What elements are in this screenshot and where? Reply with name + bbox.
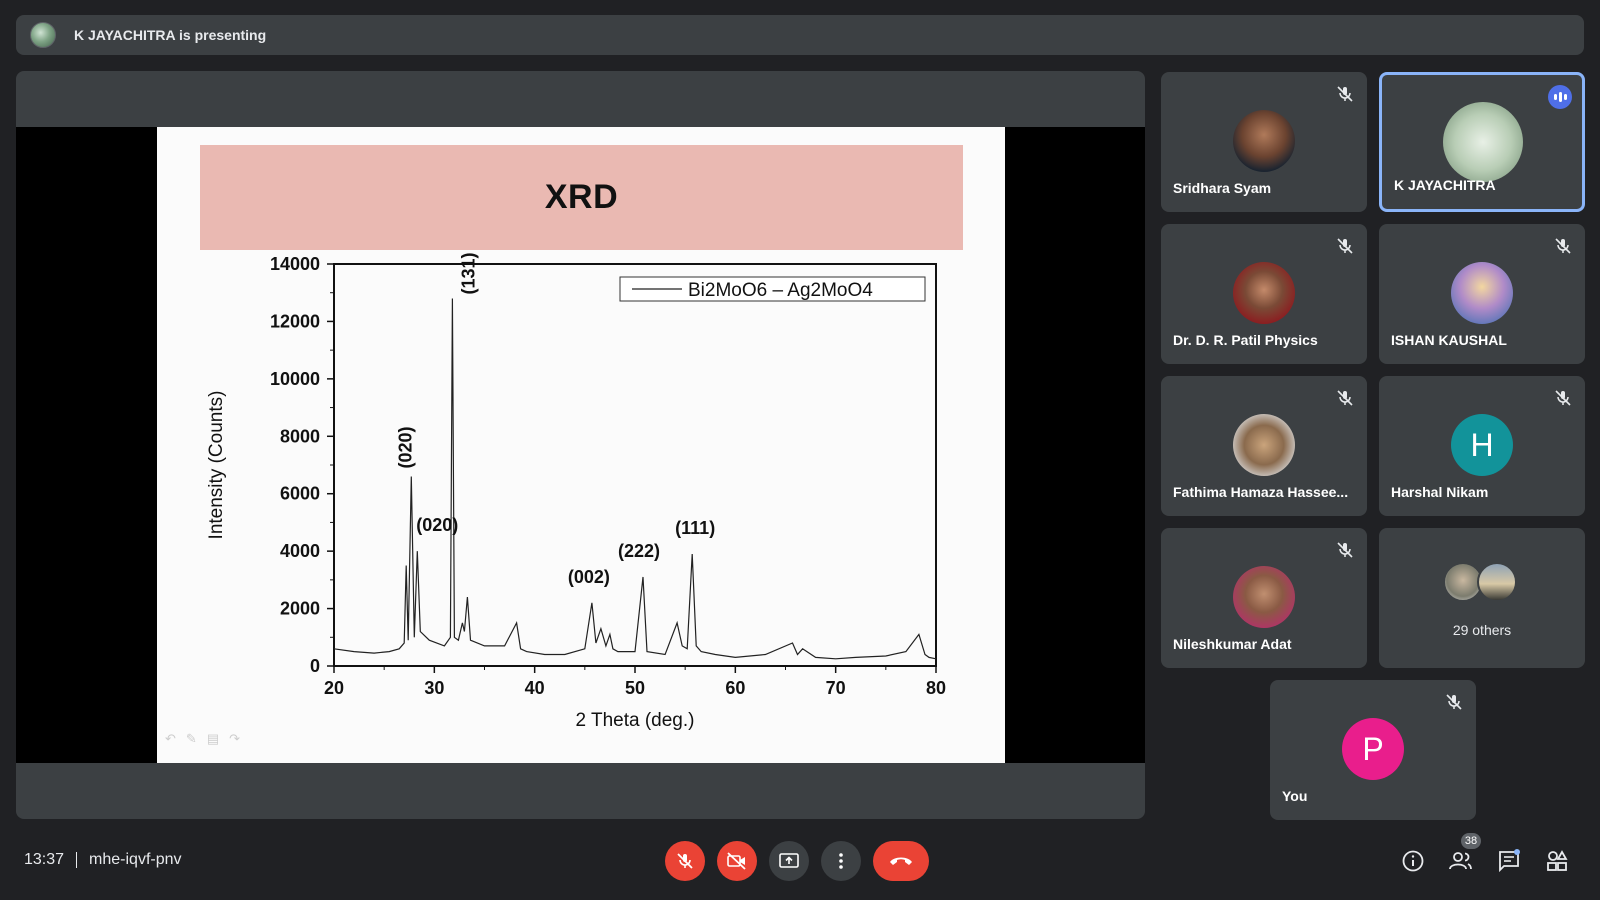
presenting-text: K JAYACHITRA is presenting (74, 27, 267, 43)
avatar: H (1451, 414, 1513, 476)
peak-label: (020) (395, 426, 415, 468)
avatar (1233, 110, 1295, 172)
speaking-indicator-icon (1548, 85, 1572, 109)
end-call-button[interactable] (873, 841, 929, 881)
participant-tile[interactable]: Fathima Hamaza Hassee... (1161, 376, 1367, 516)
peak-label: (222) (618, 541, 660, 561)
meeting-info: 13:37 mhe-iqvf-pnv (24, 851, 182, 869)
participant-count-badge: 38 (1461, 833, 1481, 849)
presented-slide: XRD 20 30 40 50 60 70 80 0 2000 4000 6000 8000 10000… (157, 127, 1005, 763)
participant-tile[interactable]: Sridhara Syam (1161, 72, 1367, 212)
x-tick-label: 20 (324, 678, 344, 698)
y-tick-label: 2000 (280, 599, 320, 619)
present-icon (779, 853, 799, 868)
participant-tile[interactable]: H Harshal Nikam (1379, 376, 1585, 516)
x-tick-label: 70 (826, 678, 846, 698)
others-avatars (1443, 562, 1517, 602)
present-now-button[interactable] (769, 841, 809, 881)
slide-menu-icon: ▤ (206, 731, 220, 746)
legend-label: Bi2MoO6 – Ag2MoO4 (688, 280, 873, 301)
avatar (1477, 562, 1517, 602)
peak-label: (002) (568, 567, 610, 587)
participant-tile[interactable]: Dr. D. R. Patil Physics (1161, 224, 1367, 364)
y-tick-label: 14000 (270, 254, 320, 274)
presenter-avatar (30, 22, 56, 48)
divider (76, 852, 78, 868)
y-tick-label: 0 (310, 656, 320, 676)
others-tile[interactable]: 29 others (1379, 528, 1585, 668)
prev-slide-icon: ↶ (165, 731, 176, 746)
y-tick-label: 4000 (280, 541, 320, 561)
chat-icon (1499, 849, 1520, 873)
slide-nav-controls: ↶ ✎ ▤ ↷ (165, 731, 240, 747)
participant-name: Fathima Hamaza Hassee... (1173, 484, 1349, 500)
mic-off-icon (1444, 692, 1464, 712)
participant-tile[interactable]: ISHAN KAUSHAL (1379, 224, 1585, 364)
y-tick-label: 12000 (270, 311, 320, 331)
mic-off-icon (1335, 388, 1355, 408)
peak-label: (131) (458, 252, 478, 294)
self-tile[interactable]: P You (1270, 680, 1476, 820)
clock-time: 13:37 (24, 851, 65, 868)
participant-name: Harshal Nikam (1391, 484, 1489, 500)
x-axis-label: 2 Theta (deg.) (575, 710, 694, 731)
next-slide-icon: ↷ (229, 731, 241, 746)
activities-button[interactable] (1544, 848, 1570, 874)
camera-off-icon (727, 852, 746, 870)
avatar (1443, 102, 1523, 182)
mic-off-icon (677, 853, 693, 869)
mic-toggle-button[interactable] (665, 841, 705, 881)
people-icon (1449, 852, 1472, 870)
plot-frame (333, 263, 937, 667)
people-button[interactable] (1448, 848, 1474, 874)
end-call-icon (890, 857, 912, 865)
mic-off-icon (1335, 84, 1355, 104)
participant-name: Dr. D. R. Patil Physics (1173, 332, 1318, 348)
avatar (1233, 414, 1295, 476)
meeting-details-button[interactable] (1400, 848, 1426, 874)
y-tick-label: 8000 (280, 426, 320, 446)
x-tick-label: 50 (625, 678, 645, 698)
xrd-chart: 20 30 40 50 60 70 80 0 2000 4000 6000 8000 10000 1200… (206, 252, 946, 731)
avatar (1233, 566, 1295, 628)
mic-off-icon (1553, 388, 1573, 408)
x-tick-label: 30 (424, 678, 444, 698)
chat-button[interactable] (1496, 848, 1522, 874)
x-tick-label: 80 (926, 678, 946, 698)
info-icon (1402, 850, 1424, 872)
participant-name: K JAYACHITRA (1394, 177, 1496, 193)
presentation-stage[interactable]: XRD 20 30 40 50 60 70 80 0 2000 4000 6000 8000 10000… (16, 71, 1145, 819)
participant-tile[interactable]: Nileshkumar Adat (1161, 528, 1367, 668)
series-line (333, 298, 937, 660)
y-tick-label: 10000 (270, 369, 320, 389)
x-tick-label: 40 (525, 678, 545, 698)
avatar (1233, 262, 1295, 324)
avatar: P (1342, 718, 1404, 780)
y-axis-label: Intensity (Counts) (206, 391, 227, 540)
pen-icon: ✎ (185, 731, 197, 746)
mic-off-icon (1335, 236, 1355, 256)
more-icon (839, 853, 843, 869)
participant-name: Sridhara Syam (1173, 180, 1272, 196)
mic-off-icon (1335, 540, 1355, 560)
presenting-bar: K JAYACHITRA is presenting (16, 15, 1584, 55)
others-count-label: 29 others (1452, 622, 1512, 638)
participant-name: Nileshkumar Adat (1173, 636, 1292, 652)
x-tick-label: 60 (725, 678, 745, 698)
camera-toggle-button[interactable] (717, 841, 757, 881)
activities-icon (1547, 850, 1568, 871)
meeting-code: mhe-iqvf-pnv (89, 851, 182, 868)
mic-off-icon (1553, 236, 1573, 256)
avatar (1451, 262, 1513, 324)
participant-name: You (1282, 788, 1308, 804)
peak-label: (111) (675, 518, 715, 538)
y-tick-label: 6000 (280, 484, 320, 504)
participant-tile-active[interactable]: K JAYACHITRA (1379, 72, 1585, 212)
more-options-button[interactable] (821, 841, 861, 881)
peak-label: (020) (416, 515, 458, 535)
participant-name: ISHAN KAUSHAL (1391, 332, 1507, 348)
